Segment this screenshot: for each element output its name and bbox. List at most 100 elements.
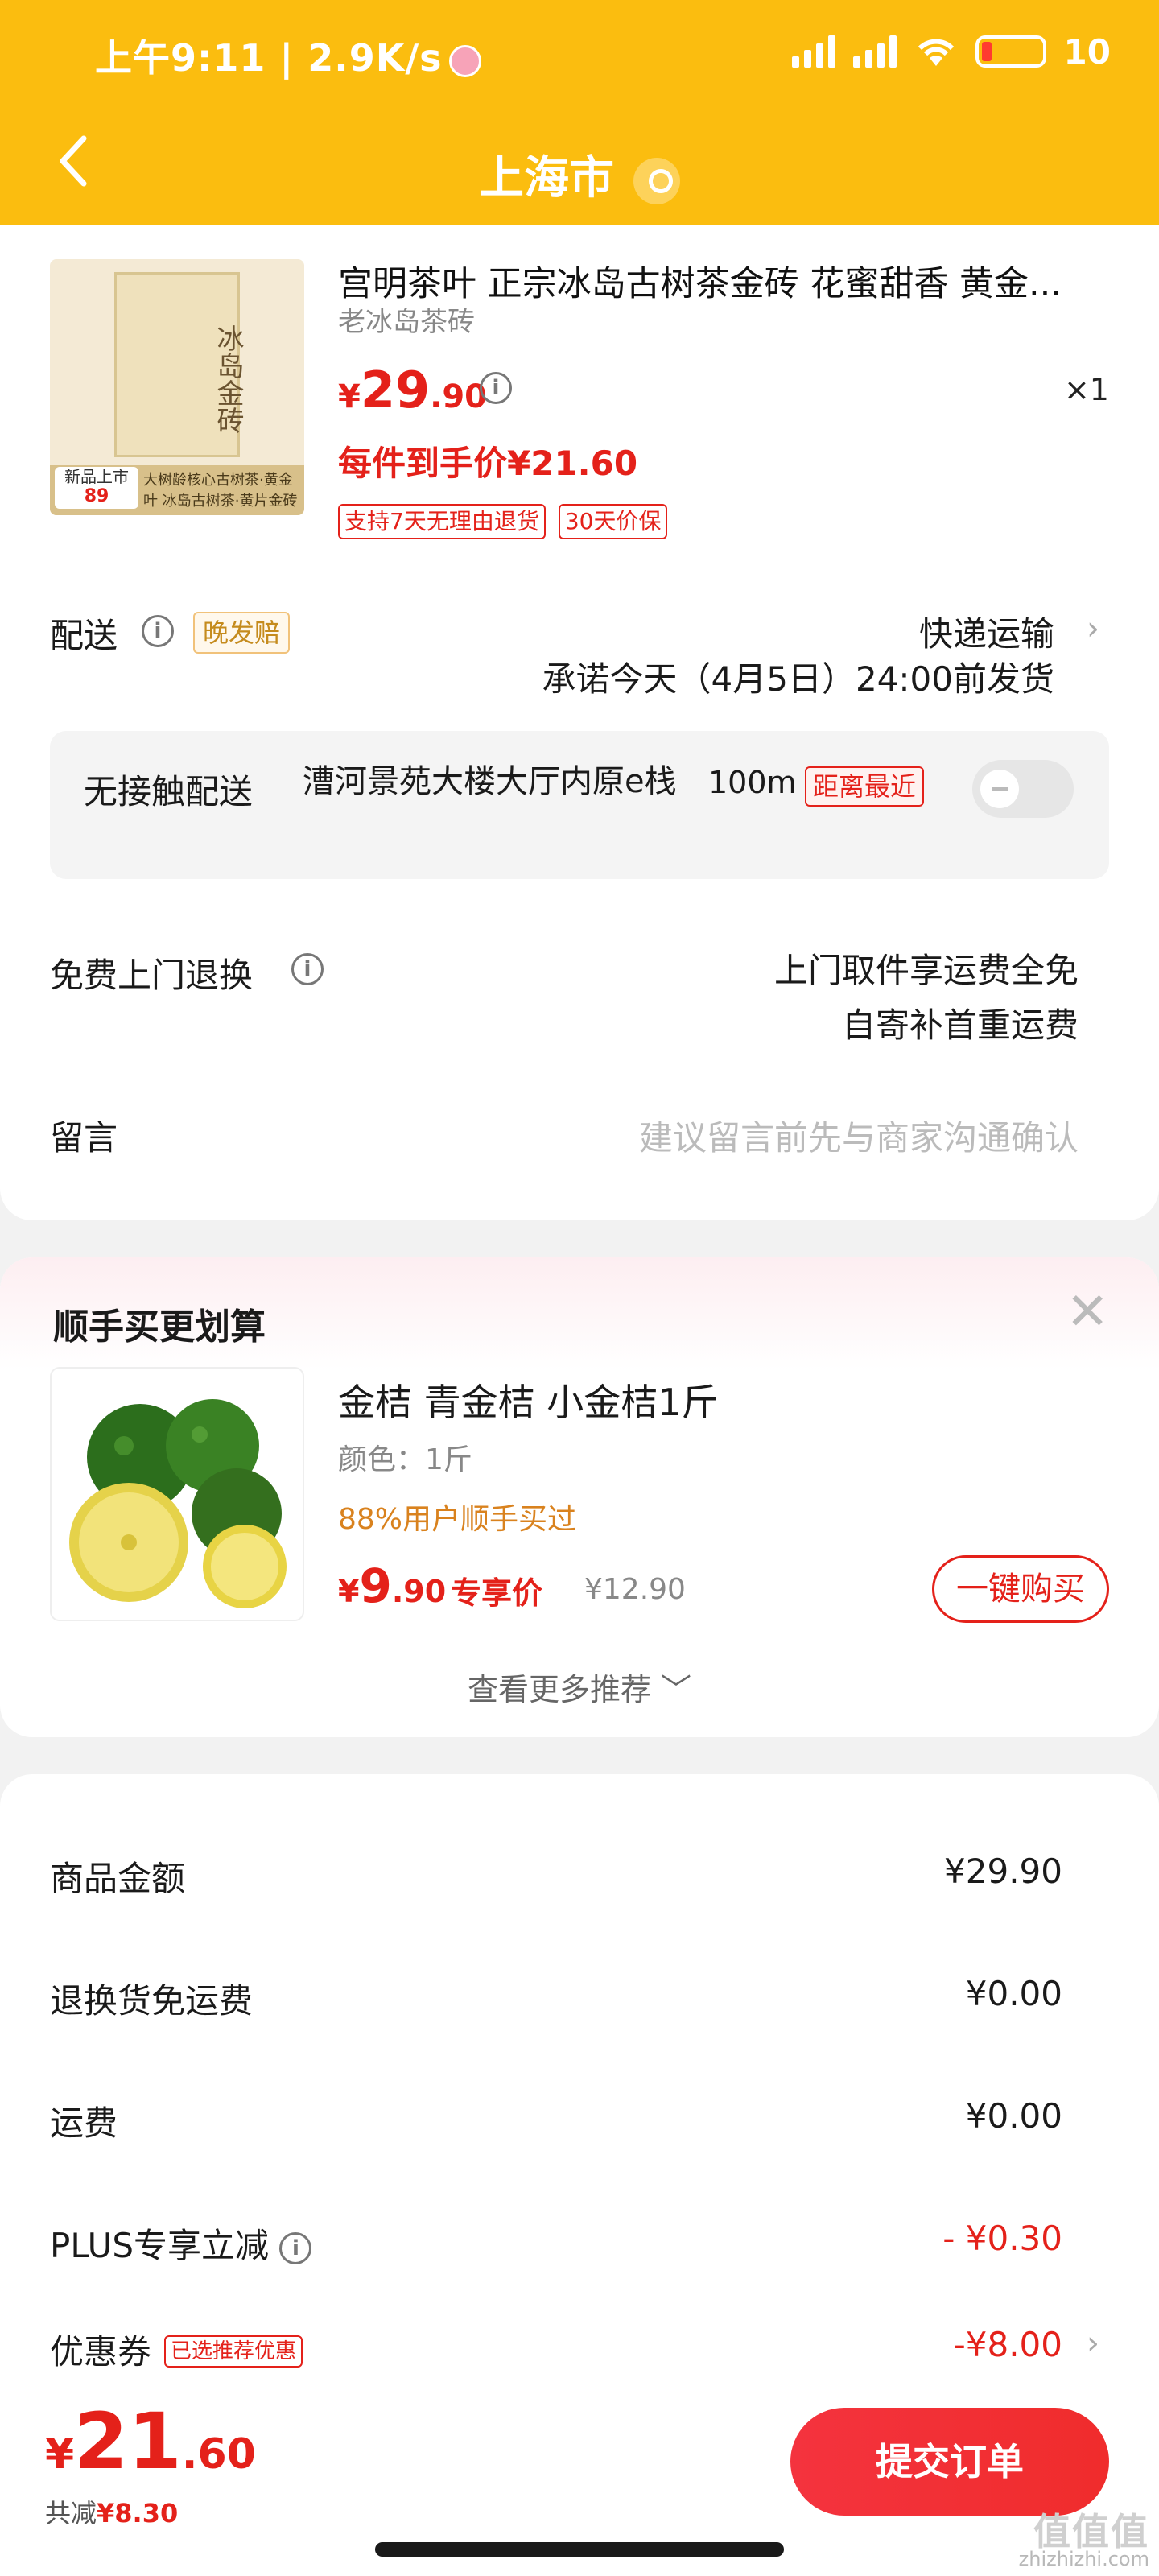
watermark-url: zhizhizhi.com [1018,2548,1149,2570]
kumquat-illustration [69,1399,287,1608]
summary-row: 退换货免运费 ¥0.00 [50,1974,1062,2022]
addon-popularity: 88%用户顺手买过 [338,1503,577,1536]
kumquat-image[interactable] [50,1367,304,1621]
contactless-distance: 100m [708,765,797,800]
status-time-text: 上午9:11 | 2.9K/s [95,36,443,80]
addon-price-int: 9 [359,1558,392,1613]
addon-original-price: ¥12.90 [584,1573,686,1606]
returns-line2: 自寄补首重运费 [841,1005,1079,1045]
wifi-icon [918,39,954,66]
location-pin-icon[interactable] [633,157,680,204]
returns-label: 免费上门退换 [50,956,254,995]
new-badge: 新品上市 89 [55,467,138,509]
nav-bar: 上海市 [0,105,1159,225]
contactless-address[interactable]: 漕河景苑大楼大厅内原e栈 [303,762,689,802]
delivery-label: 配送 [50,616,118,655]
product-image-caption: 新品上市 89 大树龄核心古树茶·黄金叶 冰岛古树茶·黄片金砖 [50,465,304,515]
new-badge-text: 新品上市 [64,467,129,486]
submit-order-button[interactable]: 提交订单 [790,2408,1109,2516]
price-symbol: ¥ [338,378,361,415]
product-tags: 支持7天无理由退货 30天价保 [338,504,668,539]
addon-title: 顺手买更划算 [53,1307,266,1348]
total-savings: 共减¥8.30 [45,2493,178,2530]
addon-price-symbol: ¥ [338,1574,360,1609]
nearest-tag: 距离最近 [805,766,925,807]
one-click-buy-button[interactable]: 一键购买 [932,1555,1109,1623]
coupon-recommended-tag: 已选推荐优惠 [164,2334,303,2368]
summary-label: 运费 [50,2103,118,2143]
new-badge-num: 89 [84,486,109,506]
total-symbol: ¥ [45,2430,75,2479]
summary-value: ¥0.00 [965,2096,1062,2136]
price-dec: .90 [430,378,487,415]
savings-value: ¥8.30 [97,2498,179,2529]
contactless-toggle[interactable] [972,760,1074,818]
price-int: 29 [360,361,431,419]
status-bar: 上午9:11 | 2.9K/s 10 [0,0,1159,105]
status-time: 上午9:11 | 2.9K/s [95,29,481,82]
product-price: ¥29.90 [338,361,487,419]
price-summary-card: 商品金额 ¥29.90 退换货免运费 ¥0.00 运费 ¥0.00 PLUS专享… [0,1774,1159,2380]
final-price: 每件到手价¥21.60 [338,444,638,483]
status-icons: 10 [791,29,1111,74]
signal-icon-2 [852,35,897,68]
summary-label: 退换货免运费 [50,1981,254,2021]
plus-info-icon[interactable]: i [279,2231,312,2264]
summary-label: 优惠券 已选推荐优惠 [50,2325,303,2374]
total-price: ¥21.60 [45,2396,256,2487]
message-label: 留言 [50,1118,118,1158]
app-notification-icon [448,44,481,77]
total-dec: .60 [181,2430,256,2479]
summary-value: ¥0.00 [965,1974,1062,2013]
summary-row: 运费 ¥0.00 [50,2096,1062,2145]
addon-exclusive-label: 专享价 [451,1575,543,1611]
watermark-title: 值值值 [1033,2510,1149,2553]
brick-label: 冰岛金砖 [212,324,244,434]
contactless-label: 无接触配送 [84,772,254,811]
addon-product-name[interactable]: 金桔 青金桔 小金桔1斤 [338,1373,719,1426]
product-subtitle: 老冰岛茶砖 [338,306,475,338]
product-title[interactable]: 宫明茶叶 正宗冰岛古树茶金砖 花蜜甜香 黄金... [338,256,1103,306]
addon-price: ¥9.90 [338,1558,446,1613]
tag-price-protect: 30天价保 [558,504,668,539]
more-recommendations-link[interactable]: 查看更多推荐 ﹀ [0,1665,1159,1709]
order-card: 冰岛金砖 新品上市 89 大树龄核心古树茶·黄金叶 冰岛古树茶·黄片金砖 宫明茶叶… [0,225,1159,1220]
product-image-desc: 大树龄核心古树茶·黄金叶 冰岛古树茶·黄片金砖 [143,472,298,510]
addon-card: 顺手买更划算 ✕ 金桔 青金桔 小金桔1斤 颜色：1斤 88%用户顺手买过 ¥9… [0,1257,1159,1737]
addon-price-dec: .90 [391,1574,447,1609]
summary-row: 商品金额 ¥29.90 [50,1852,1062,1900]
returns-line1: 上门取件享运费全免 [773,951,1079,990]
message-input[interactable]: 建议留言前先与商家沟通确认 [639,1111,1079,1160]
addon-spec: 颜色：1斤 [338,1443,472,1476]
signal-icon [791,35,835,68]
delivery-info-icon[interactable]: i [142,615,174,647]
battery-icon [975,35,1046,68]
watermark: 值值值 zhizhizhi.com [1018,2513,1149,2570]
battery-level: 10 [1063,31,1111,72]
summary-value: - ¥0.30 [942,2219,1062,2258]
delivery-promise: 承诺今天（4月5日）24:00前发货 [542,659,1054,699]
product-image[interactable]: 冰岛金砖 新品上市 89 大树龄核心古树茶·黄金叶 冰岛古树茶·黄片金砖 [50,259,304,515]
plus-label: PLUS专享立减 [50,2226,270,2265]
summary-label: PLUS专享立减 i [50,2219,312,2268]
price-info-icon[interactable]: i [480,372,512,404]
savings-label: 共减 [45,2498,97,2529]
tea-brick-graphic: 冰岛金砖 [114,272,244,457]
summary-value: ¥29.90 [944,1852,1062,1891]
home-indicator[interactable] [375,2542,784,2557]
tag-return: 支持7天无理由退货 [338,504,546,539]
contactless-delivery-box: 无接触配送 漕河景苑大楼大厅内原e栈 100m 距离最近 [50,731,1109,879]
summary-row: PLUS专享立减 i - ¥0.30 [50,2219,1062,2267]
coupon-chevron-icon[interactable]: › [1087,2325,1099,2362]
product-quantity: ×1 [1063,372,1109,407]
total-int: 21 [74,2396,182,2487]
close-icon[interactable]: ✕ [1066,1282,1109,1343]
delivery-method[interactable]: 快递运输 [919,607,1054,656]
late-compensation-tag: 晚发赔 [193,612,291,654]
delivery-chevron-icon[interactable]: › [1087,610,1099,647]
summary-row-coupon[interactable]: 优惠券 已选推荐优惠 -¥8.00 [50,2325,1062,2373]
nav-title[interactable]: 上海市 [0,142,1159,207]
returns-info-icon[interactable]: i [291,953,324,985]
summary-label: 商品金额 [50,1859,186,1898]
summary-value: -¥8.00 [953,2325,1062,2364]
